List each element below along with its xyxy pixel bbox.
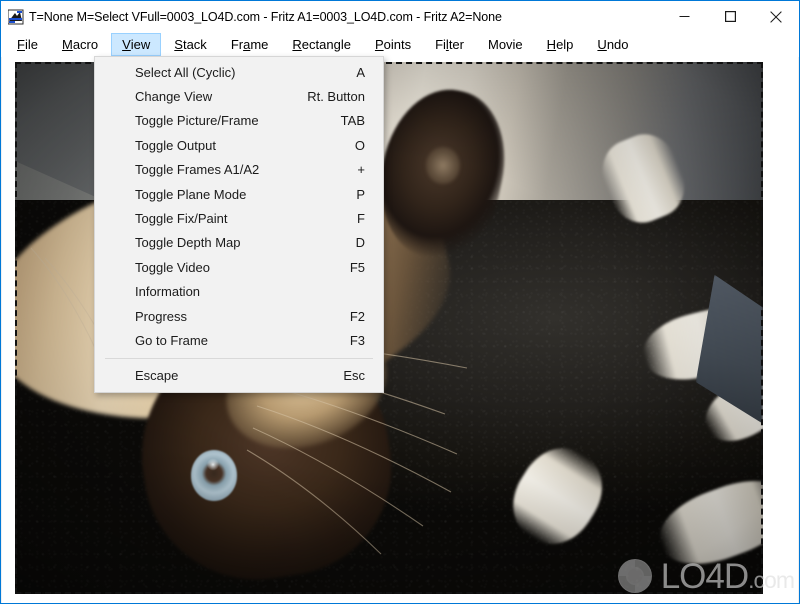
menubar-label-movie: Movie xyxy=(487,37,523,52)
menu-item-label: Escape xyxy=(135,368,179,384)
menu-bar: File Macro View Stack Fr a me Rectangle Po… xyxy=(1,32,799,57)
maximize-button[interactable] xyxy=(707,1,753,32)
menu-item-accel: A xyxy=(356,64,365,80)
menu-item-label: Information xyxy=(135,284,201,300)
menubar-label-undo: ndo xyxy=(606,37,629,52)
menubar-item-stack[interactable]: Stack xyxy=(163,33,218,56)
menu-item-go-to-frame[interactable]: Go to Frame F3 xyxy=(95,328,383,352)
menu-item-label: Select All (Cyclic) xyxy=(135,64,236,80)
menubar-item-undo[interactable]: Undo xyxy=(586,33,639,56)
menu-item-toggle-frames-a1-a2[interactable]: Toggle Frames A1/A2 + xyxy=(95,158,383,182)
lo4d-logo-icon xyxy=(617,559,652,593)
scanner-app-icon xyxy=(7,9,24,25)
menu-item-accel: F2 xyxy=(349,308,365,324)
menu-item-change-view[interactable]: Change View Rt. Button xyxy=(95,84,383,108)
lo4d-watermark-text: LO4D.com xyxy=(660,556,795,596)
menu-item-label: Change View xyxy=(135,89,213,105)
menubar-item-frame[interactable]: Fr a me xyxy=(220,33,280,56)
menubar-label-help: elp xyxy=(556,37,574,52)
menu-item-toggle-video[interactable]: Toggle Video F5 xyxy=(95,255,383,279)
menubar-label-view: iew xyxy=(130,37,151,52)
menubar-label-frame-a: Fr xyxy=(230,37,244,52)
menu-item-label: Toggle Plane Mode xyxy=(135,186,247,202)
menu-item-accel: D xyxy=(355,235,365,251)
close-button[interactable] xyxy=(753,1,799,32)
menubar-item-file[interactable]: File xyxy=(6,33,49,56)
menu-item-toggle-plane-mode[interactable]: Toggle Plane Mode P xyxy=(95,182,383,206)
menu-item-label: Toggle Depth Map xyxy=(135,235,241,251)
watermark-main: LO4D xyxy=(660,556,749,596)
menubar-label-rectangle: ectangle xyxy=(301,37,351,52)
menu-separator xyxy=(105,357,373,359)
menu-item-label: Toggle Output xyxy=(135,137,216,153)
menu-item-accel: TAB xyxy=(340,113,365,129)
menubar-label-macro: acro xyxy=(72,37,99,52)
menubar-label-points: oints xyxy=(383,37,412,52)
menu-item-toggle-output[interactable]: Toggle Output O xyxy=(95,133,383,157)
menu-item-label: Toggle Video xyxy=(135,259,210,275)
maximize-icon xyxy=(724,11,736,22)
menu-item-toggle-fix-paint[interactable]: Toggle Fix/Paint F xyxy=(95,206,383,230)
menu-item-label: Progress xyxy=(135,308,188,324)
minimize-icon xyxy=(679,16,689,17)
application-window: T=None M=Select VFull=0003_LO4D.com - Fr… xyxy=(0,0,800,604)
menu-item-accel: F3 xyxy=(349,332,365,348)
menu-item-escape[interactable]: Escape Esc xyxy=(95,364,383,388)
menu-item-label: Go to Frame xyxy=(135,332,208,348)
menubar-item-macro[interactable]: Macro xyxy=(51,33,109,56)
menu-item-accel: Esc xyxy=(343,368,365,384)
view-dropdown-menu: Select All (Cyclic) A Change View Rt. Bu… xyxy=(94,56,384,394)
menu-item-toggle-picture-frame[interactable]: Toggle Picture/Frame TAB xyxy=(95,109,383,133)
menu-item-accel: P xyxy=(356,186,365,202)
menubar-label-filter-a: Fi xyxy=(435,37,446,52)
menu-item-label: Toggle Picture/Frame xyxy=(135,113,259,129)
lo4d-watermark: LO4D.com xyxy=(613,549,795,603)
menu-item-accel: O xyxy=(354,137,365,153)
minimize-button[interactable] xyxy=(661,1,707,32)
menubar-label-stack: tack xyxy=(182,37,207,52)
menu-item-label: Toggle Fix/Paint xyxy=(135,211,228,227)
menubar-item-view[interactable]: View xyxy=(111,33,162,56)
menubar-item-filter[interactable]: Fi l ter xyxy=(424,33,475,56)
menu-item-information[interactable]: Information xyxy=(95,280,383,304)
menubar-item-rectangle[interactable]: Rectangle xyxy=(281,33,362,56)
menubar-label-file: ile xyxy=(24,37,38,52)
menubar-item-help[interactable]: Help xyxy=(536,33,585,56)
window-title: T=None M=Select VFull=0003_LO4D.com - Fr… xyxy=(29,9,502,24)
menu-item-progress[interactable]: Progress F2 xyxy=(95,304,383,328)
menu-item-accel: F xyxy=(357,211,365,227)
title-bar[interactable]: T=None M=Select VFull=0003_LO4D.com - Fr… xyxy=(1,1,799,32)
menubar-item-points[interactable]: Points xyxy=(364,33,422,56)
menu-item-select-all-cyclic[interactable]: Select All (Cyclic) A xyxy=(95,60,383,84)
menu-item-label: Toggle Frames A1/A2 xyxy=(135,162,260,178)
menubar-label-filter-b: ter xyxy=(448,37,464,52)
menu-item-toggle-depth-map[interactable]: Toggle Depth Map D xyxy=(95,231,383,255)
menu-item-accel: F5 xyxy=(349,259,365,275)
watermark-tld: .com xyxy=(748,566,795,593)
menu-item-accel: + xyxy=(357,162,365,178)
menu-item-accel: Rt. Button xyxy=(307,89,365,105)
menubar-label-frame-b: me xyxy=(250,37,269,52)
menubar-item-movie[interactable]: Movie xyxy=(477,33,534,56)
close-icon xyxy=(770,10,782,23)
